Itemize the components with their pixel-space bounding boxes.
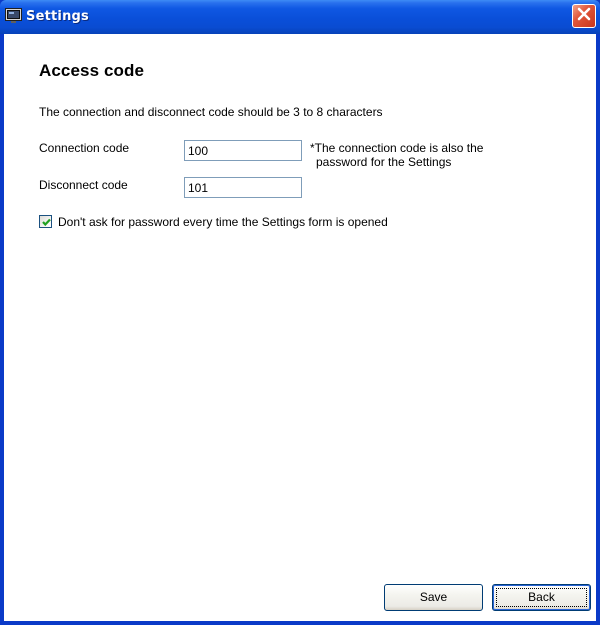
disconnect-code-input[interactable]: 101 [184, 177, 302, 198]
close-button[interactable] [572, 4, 596, 28]
connection-code-input[interactable]: 100 [184, 140, 302, 161]
connection-code-note: *The connection code is also the passwor… [310, 141, 530, 169]
dont-ask-password-checkbox[interactable] [39, 215, 52, 228]
window-title: Settings [26, 9, 89, 24]
description-text: The connection and disconnect code shoul… [39, 105, 383, 119]
checkmark-icon [42, 218, 51, 227]
focus-rectangle [496, 588, 587, 607]
dont-ask-password-label[interactable]: Don't ask for password every time the Se… [58, 215, 388, 229]
connection-code-label: Connection code [39, 141, 130, 155]
settings-window: Settings Access code The connection and … [0, 0, 600, 625]
settings-content: Access code The connection and disconnec… [4, 34, 596, 621]
disconnect-code-label: Disconnect code [39, 178, 128, 192]
page-title: Access code [39, 61, 145, 80]
monitor-icon [5, 8, 22, 24]
note-line-2: password for the Settings [316, 155, 452, 169]
close-icon [577, 7, 591, 26]
save-button[interactable]: Save [384, 584, 483, 611]
title-bar[interactable]: Settings [0, 0, 600, 34]
note-line-1: *The connection code is also the [310, 141, 484, 155]
back-button[interactable]: Back [492, 584, 591, 611]
